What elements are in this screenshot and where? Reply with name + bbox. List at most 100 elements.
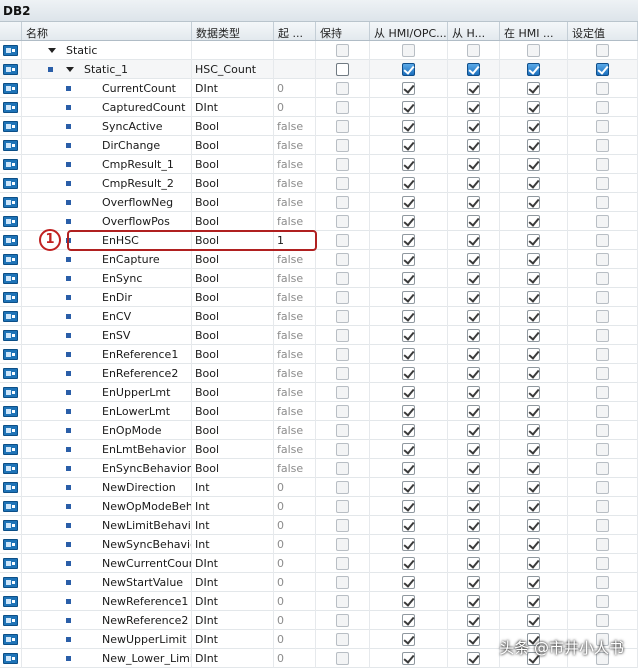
- setpoint-checkbox[interactable]: [595, 595, 609, 608]
- hmi-visible-cell[interactable]: [500, 345, 568, 364]
- hmi-opc-checkbox[interactable]: [401, 158, 415, 171]
- data-type-cell[interactable]: DInt: [192, 79, 274, 98]
- hmi-write-cell[interactable]: [448, 440, 500, 459]
- row-icon-cell[interactable]: [0, 269, 22, 288]
- hmi-opc-checkbox[interactable]: [401, 367, 415, 380]
- hmi-visible-checkbox[interactable]: [526, 424, 540, 437]
- hmi-write-checkbox[interactable]: [466, 557, 480, 570]
- retain-cell[interactable]: [316, 155, 370, 174]
- name-cell[interactable]: EnCapture: [22, 250, 192, 269]
- retain-checkbox[interactable]: [335, 329, 349, 342]
- hmi-visible-checkbox[interactable]: [526, 329, 540, 342]
- setpoint-cell[interactable]: [568, 345, 638, 364]
- table-row[interactable]: SyncActive Bool false: [0, 117, 638, 136]
- retain-cell[interactable]: [316, 592, 370, 611]
- retain-cell[interactable]: [316, 193, 370, 212]
- row-icon-cell[interactable]: [0, 421, 22, 440]
- hmi-visible-cell[interactable]: [500, 269, 568, 288]
- setpoint-checkbox[interactable]: [595, 500, 609, 513]
- retain-checkbox[interactable]: [335, 652, 349, 665]
- retain-cell[interactable]: [316, 212, 370, 231]
- hmi-opc-cell[interactable]: [370, 307, 448, 326]
- setpoint-checkbox[interactable]: [595, 443, 609, 456]
- retain-checkbox[interactable]: [335, 519, 349, 532]
- name-cell[interactable]: EnCV: [22, 307, 192, 326]
- hmi-write-checkbox[interactable]: [466, 215, 480, 228]
- start-value-cell[interactable]: false: [274, 136, 316, 155]
- hmi-visible-cell[interactable]: [500, 573, 568, 592]
- name-cell[interactable]: CmpResult_1: [22, 155, 192, 174]
- hmi-visible-cell[interactable]: [500, 535, 568, 554]
- row-icon-cell[interactable]: [0, 630, 22, 649]
- retain-checkbox[interactable]: [335, 462, 349, 475]
- start-value-cell[interactable]: false: [274, 174, 316, 193]
- setpoint-cell[interactable]: [568, 478, 638, 497]
- hmi-visible-checkbox[interactable]: [526, 234, 540, 247]
- hmi-opc-cell[interactable]: [370, 269, 448, 288]
- table-row[interactable]: NewReference2 DInt 0: [0, 611, 638, 630]
- data-type-cell[interactable]: Bool: [192, 136, 274, 155]
- setpoint-checkbox[interactable]: [595, 576, 609, 589]
- name-cell[interactable]: CapturedCount: [22, 98, 192, 117]
- start-value-cell[interactable]: [274, 41, 316, 60]
- setpoint-cell[interactable]: [568, 611, 638, 630]
- hmi-visible-cell[interactable]: [500, 117, 568, 136]
- table-row[interactable]: EnOpMode Bool false: [0, 421, 638, 440]
- start-value-cell[interactable]: false: [274, 269, 316, 288]
- hmi-visible-checkbox[interactable]: [526, 500, 540, 513]
- hmi-write-cell[interactable]: [448, 269, 500, 288]
- hmi-write-cell[interactable]: [448, 326, 500, 345]
- hmi-opc-cell[interactable]: [370, 117, 448, 136]
- hmi-visible-checkbox[interactable]: [526, 120, 540, 133]
- retain-checkbox[interactable]: [335, 576, 349, 589]
- hmi-opc-cell[interactable]: [370, 611, 448, 630]
- hmi-visible-cell[interactable]: [500, 402, 568, 421]
- name-cell[interactable]: OverflowNeg: [22, 193, 192, 212]
- hmi-opc-checkbox[interactable]: [401, 234, 415, 247]
- hmi-visible-checkbox[interactable]: [526, 82, 540, 95]
- table-row[interactable]: EnSV Bool false: [0, 326, 638, 345]
- row-icon-cell[interactable]: [0, 383, 22, 402]
- setpoint-checkbox[interactable]: [595, 614, 609, 627]
- hmi-opc-cell[interactable]: [370, 345, 448, 364]
- retain-cell[interactable]: [316, 554, 370, 573]
- header-retain[interactable]: 保持: [316, 22, 370, 40]
- retain-cell[interactable]: [316, 649, 370, 668]
- data-type-cell[interactable]: Bool: [192, 326, 274, 345]
- data-type-cell[interactable]: DInt: [192, 649, 274, 668]
- hmi-opc-checkbox[interactable]: [401, 462, 415, 475]
- data-type-cell[interactable]: DInt: [192, 630, 274, 649]
- setpoint-checkbox[interactable]: [595, 424, 609, 437]
- setpoint-cell[interactable]: [568, 193, 638, 212]
- setpoint-checkbox[interactable]: [595, 386, 609, 399]
- retain-checkbox[interactable]: [335, 538, 349, 551]
- data-type-cell[interactable]: Bool: [192, 459, 274, 478]
- data-type-cell[interactable]: [192, 41, 274, 60]
- hmi-write-checkbox[interactable]: [466, 500, 480, 513]
- hmi-write-cell[interactable]: [448, 383, 500, 402]
- retain-checkbox[interactable]: [335, 500, 349, 513]
- retain-checkbox[interactable]: [335, 63, 349, 76]
- hmi-visible-cell[interactable]: [500, 383, 568, 402]
- hmi-write-cell[interactable]: [448, 554, 500, 573]
- hmi-visible-cell[interactable]: [500, 421, 568, 440]
- hmi-visible-checkbox[interactable]: [526, 139, 540, 152]
- hmi-write-cell[interactable]: [448, 250, 500, 269]
- retain-cell[interactable]: [316, 288, 370, 307]
- setpoint-cell[interactable]: [568, 554, 638, 573]
- hmi-visible-cell[interactable]: [500, 554, 568, 573]
- setpoint-cell[interactable]: [568, 402, 638, 421]
- retain-cell[interactable]: [316, 345, 370, 364]
- table-row[interactable]: DirChange Bool false: [0, 136, 638, 155]
- retain-checkbox[interactable]: [335, 633, 349, 646]
- setpoint-checkbox[interactable]: [595, 310, 609, 323]
- hmi-write-cell[interactable]: [448, 307, 500, 326]
- start-value-cell[interactable]: 0: [274, 497, 316, 516]
- name-cell[interactable]: NewSyncBehavior: [22, 535, 192, 554]
- hmi-visible-checkbox[interactable]: [526, 405, 540, 418]
- start-value-cell[interactable]: 0: [274, 98, 316, 117]
- retain-cell[interactable]: [316, 117, 370, 136]
- setpoint-checkbox[interactable]: [595, 557, 609, 570]
- retain-cell[interactable]: [316, 269, 370, 288]
- header-data-type[interactable]: 数据类型: [192, 22, 274, 40]
